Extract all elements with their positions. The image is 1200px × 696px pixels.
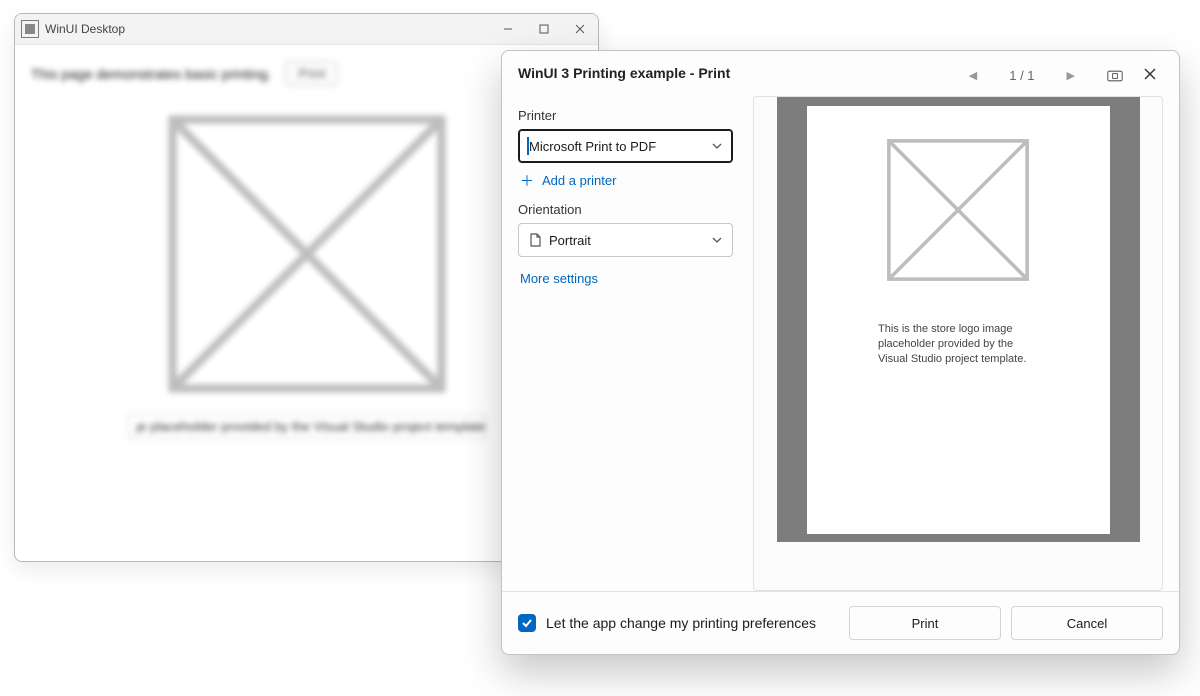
print-button[interactable]: Print [285, 61, 338, 86]
dialog-title: WinUI 3 Printing example - Print [518, 65, 965, 81]
document-icon [529, 233, 541, 247]
dialog-footer: Let the app change my printing preferenc… [502, 591, 1179, 654]
print-preview: This is the store logo image placeholder… [753, 96, 1163, 591]
preferences-checkbox-label: Let the app change my printing preferenc… [546, 615, 816, 631]
cancel-action-button[interactable]: Cancel [1011, 606, 1163, 640]
chevron-down-icon [712, 143, 722, 149]
printer-select[interactable]: Microsoft Print to PDF [518, 129, 733, 163]
close-button[interactable] [562, 14, 598, 44]
print-dialog: WinUI 3 Printing example - Print ◀ 1 / 1… [501, 50, 1180, 655]
add-printer-link[interactable]: ＋ Add a printer [520, 173, 733, 188]
preview-page-frame: This is the store logo image placeholder… [777, 97, 1140, 542]
orientation-select-value: Portrait [549, 233, 591, 248]
prev-page-button[interactable]: ◀ [965, 65, 981, 86]
plus-icon: ＋ [520, 174, 534, 188]
image-caption: ȷe placeholder provided by the Visual St… [128, 414, 486, 439]
preview-caption: This is the store logo image placeholder… [878, 322, 1038, 368]
preview-page: This is the store logo image placeholder… [807, 106, 1110, 534]
print-settings-panel: Printer Microsoft Print to PDF ＋ Add a p… [518, 96, 733, 591]
orientation-select[interactable]: Portrait [518, 223, 733, 257]
preview-image-placeholder [886, 138, 1030, 282]
close-icon[interactable] [1137, 65, 1163, 83]
page-indicator: 1 / 1 [1009, 68, 1034, 83]
print-action-button[interactable]: Print [849, 606, 1001, 640]
minimize-button[interactable] [490, 14, 526, 44]
app-icon [21, 20, 39, 38]
fit-to-page-button[interactable] [1107, 70, 1123, 82]
next-page-button[interactable]: ▶ [1063, 65, 1079, 86]
page-description: This page demonstrates basic printing. [31, 66, 271, 82]
more-settings-label: More settings [520, 271, 598, 286]
page-navigator: ◀ 1 / 1 ▶ [965, 65, 1123, 86]
printer-label: Printer [518, 108, 733, 123]
add-printer-label: Add a printer [542, 173, 616, 188]
image-placeholder [167, 114, 447, 394]
more-settings-link[interactable]: More settings [520, 271, 733, 286]
preferences-checkbox[interactable] [518, 614, 536, 632]
titlebar: WinUI Desktop [15, 14, 598, 45]
chevron-down-icon [712, 237, 722, 243]
window-title: WinUI Desktop [45, 22, 490, 36]
orientation-label: Orientation [518, 202, 733, 217]
printer-select-value: Microsoft Print to PDF [529, 139, 656, 154]
maximize-button[interactable] [526, 14, 562, 44]
